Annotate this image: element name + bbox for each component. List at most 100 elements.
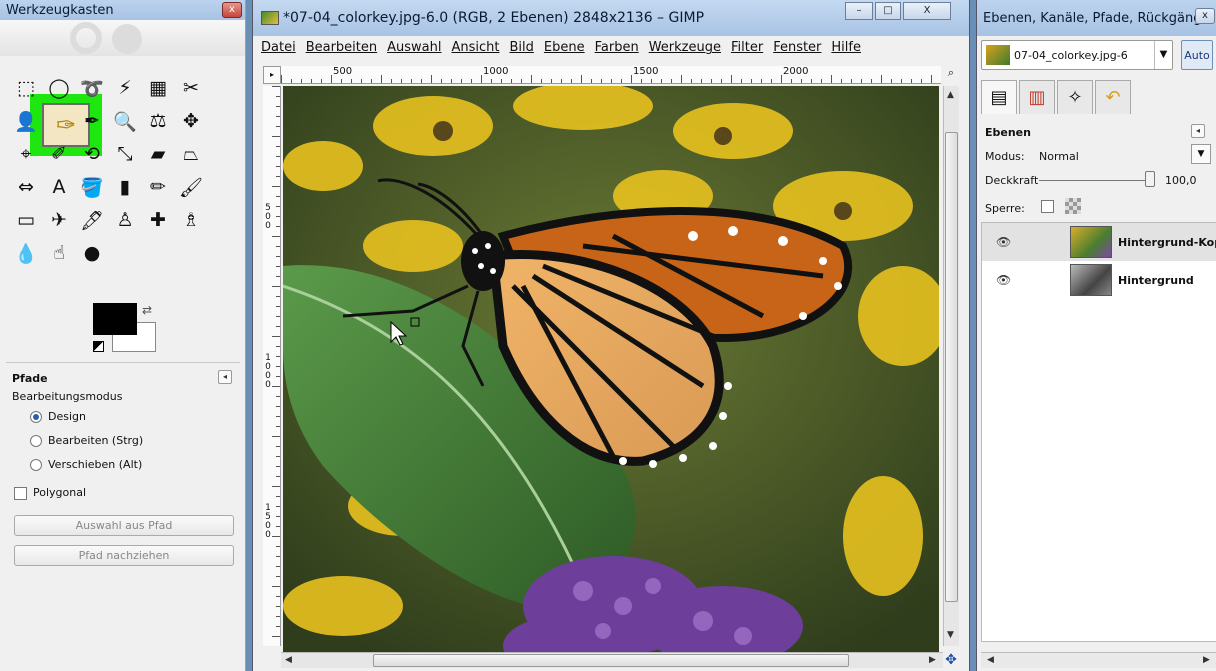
rotate-tool-icon[interactable]: ⟲ <box>78 140 106 168</box>
zoom-tool-icon[interactable]: 🔍 <box>111 107 139 135</box>
tab-channels-icon[interactable]: ▥ <box>1019 80 1055 114</box>
flip-tool-icon[interactable]: ⇔ <box>12 173 40 201</box>
mode-move-radio[interactable]: Verschieben (Alt) <box>30 458 142 471</box>
pencil-tool-icon[interactable]: ✏ <box>144 173 172 201</box>
image-thumbnail-icon <box>261 11 279 25</box>
vertical-scroll-thumb[interactable] <box>945 132 958 602</box>
paintbrush-tool-icon[interactable]: 🖌 <box>177 173 205 201</box>
radio-icon <box>30 459 42 471</box>
airbrush-tool-icon[interactable]: ✈ <box>45 206 73 234</box>
zoom-fit-icon[interactable]: ⌕ <box>943 66 959 84</box>
layers-menu-button[interactable]: ◂ <box>1191 124 1205 138</box>
scroll-up-icon[interactable]: ▲ <box>947 90 954 100</box>
horizontal-scroll-thumb[interactable] <box>373 654 849 667</box>
scroll-left-icon[interactable]: ◀ <box>285 655 292 665</box>
menu-item-farben[interactable]: Farben <box>595 40 639 60</box>
quick-mask-menu-button[interactable]: ▸ <box>263 66 281 84</box>
tab-paths-icon[interactable]: ✧ <box>1057 80 1093 114</box>
swap-colors-icon[interactable]: ⇄ <box>142 303 152 317</box>
scale-tool-icon[interactable]: ⤡ <box>111 140 139 168</box>
layer-thumbnail <box>1070 264 1112 296</box>
stroke-path-button[interactable]: Pfad nachziehen <box>14 545 234 566</box>
gimp-banner <box>0 20 245 56</box>
tab-undo-icon[interactable]: ↶ <box>1095 80 1131 114</box>
measure-tool-icon[interactable]: ⚖ <box>144 107 172 135</box>
menu-item-datei[interactable]: Datei <box>261 40 296 60</box>
mode-value[interactable]: Normal <box>1039 150 1079 163</box>
image-canvas[interactable] <box>283 86 939 652</box>
layers-section-title: Ebenen <box>985 126 1031 139</box>
mode-move-label: Verschieben (Alt) <box>48 458 143 471</box>
foreground-select-icon[interactable]: 👤 <box>12 107 40 135</box>
shear-tool-icon[interactable]: ▰ <box>144 140 172 168</box>
opacity-slider-knob[interactable] <box>1145 171 1155 187</box>
horizontal-scrollbar[interactable]: ◀ ▶ <box>281 652 943 668</box>
close-button[interactable]: X <box>903 2 951 20</box>
maximize-button[interactable]: □ <box>875 2 901 20</box>
perspective-clone-icon[interactable]: ♗ <box>177 206 205 234</box>
blend-tool-icon[interactable]: ▮ <box>111 173 139 201</box>
color-picker-icon[interactable]: ✒ <box>78 107 106 135</box>
layer-row[interactable]: 👁 Hintergrund <box>982 261 1216 299</box>
opacity-slider-track[interactable] <box>1039 180 1147 181</box>
crop-tool-icon[interactable]: ✐ <box>45 140 73 168</box>
lock-alpha-icon[interactable] <box>1065 198 1081 214</box>
selection-from-path-button[interactable]: Auswahl aus Pfad <box>14 515 234 536</box>
menu-item-fenster[interactable]: Fenster <box>773 40 821 60</box>
opacity-value[interactable]: 100,0 <box>1165 174 1197 187</box>
free-select-icon[interactable]: ➰ <box>78 74 106 102</box>
scroll-right-icon[interactable]: ▶ <box>929 655 936 665</box>
horizontal-ruler[interactable]: 500 1000 1500 2000 <box>281 66 941 84</box>
lock-pixels-checkbox[interactable] <box>1041 200 1054 213</box>
menu-item-ebene[interactable]: Ebene <box>544 40 585 60</box>
minimize-button[interactable]: – <box>845 2 873 20</box>
visibility-eye-icon[interactable]: 👁 <box>996 235 1011 249</box>
eraser-tool-icon[interactable]: ▭ <box>12 206 40 234</box>
mode-edit-radio[interactable]: Bearbeiten (Strg) <box>30 434 143 447</box>
fuzzy-select-icon[interactable]: ⚡ <box>111 74 139 102</box>
toolbox-close-button[interactable]: x <box>222 2 242 18</box>
ink-tool-icon[interactable]: 🖋 <box>78 206 106 234</box>
ellipse-select-icon[interactable]: ◯ <box>45 74 73 102</box>
vertical-scrollbar[interactable]: ▲ ▼ <box>943 86 959 646</box>
blur-tool-icon[interactable]: 💧 <box>12 239 40 267</box>
menu-item-werkzeuge[interactable]: Werkzeuge <box>649 40 721 60</box>
scroll-down-icon[interactable]: ▼ <box>947 630 954 640</box>
mode-dropdown-arrow-icon[interactable]: ▼ <box>1191 144 1211 164</box>
reset-colors-icon[interactable] <box>93 341 104 352</box>
align-tool-icon[interactable]: ⌖ <box>12 140 40 168</box>
menu-item-ansicht[interactable]: Ansicht <box>451 40 499 60</box>
text-tool-icon[interactable]: A <box>45 173 73 201</box>
navigate-icon[interactable]: ✥ <box>943 652 959 668</box>
color-select-icon[interactable]: ▦ <box>144 74 172 102</box>
scissors-select-icon[interactable]: ✂ <box>177 74 205 102</box>
tool-options-menu-button[interactable]: ◂ <box>218 370 232 384</box>
rect-select-icon[interactable]: ⬚ <box>12 74 40 102</box>
edit-mode-label: Bearbeitungsmodus <box>12 390 123 403</box>
mode-design-radio[interactable]: Design <box>30 410 86 423</box>
clone-tool-icon[interactable]: ♙ <box>111 206 139 234</box>
auto-button[interactable]: Auto <box>1181 40 1213 70</box>
layer-row[interactable]: 👁 Hintergrund-Kopi <box>982 223 1216 261</box>
menu-item-bild[interactable]: Bild <box>510 40 534 60</box>
foreground-color-front[interactable] <box>93 303 137 335</box>
menu-item-hilfe[interactable]: Hilfe <box>831 40 861 60</box>
layers-horizontal-scrollbar[interactable]: ◀ ▶ <box>981 652 1216 668</box>
dodge-burn-icon[interactable]: ● <box>78 239 106 267</box>
visibility-eye-icon[interactable]: 👁 <box>996 273 1011 287</box>
bucket-fill-icon[interactable]: 🪣 <box>78 173 106 201</box>
menu-item-bearbeiten[interactable]: Bearbeiten <box>306 40 377 60</box>
polygonal-checkbox[interactable]: Polygonal <box>14 486 86 500</box>
chevron-down-icon: ▼ <box>1154 41 1172 69</box>
menu-item-auswahl[interactable]: Auswahl <box>387 40 441 60</box>
heal-tool-icon[interactable]: ✚ <box>144 206 172 234</box>
perspective-tool-icon[interactable]: ⏢ <box>177 140 205 168</box>
layers-close-button[interactable]: x <box>1195 8 1215 24</box>
move-tool-icon[interactable]: ✥ <box>177 107 205 135</box>
tab-layers-icon[interactable]: ▤ <box>981 80 1017 114</box>
menu-item-filter[interactable]: Filter <box>731 40 763 60</box>
image-selector-dropdown[interactable]: 07-04_colorkey.jpg-6 ▼ <box>981 40 1173 70</box>
paths-tool-icon[interactable] <box>45 107 73 135</box>
smudge-tool-icon[interactable]: ☝ <box>45 239 73 267</box>
vertical-ruler[interactable]: 500 1000 1500 <box>263 86 281 646</box>
